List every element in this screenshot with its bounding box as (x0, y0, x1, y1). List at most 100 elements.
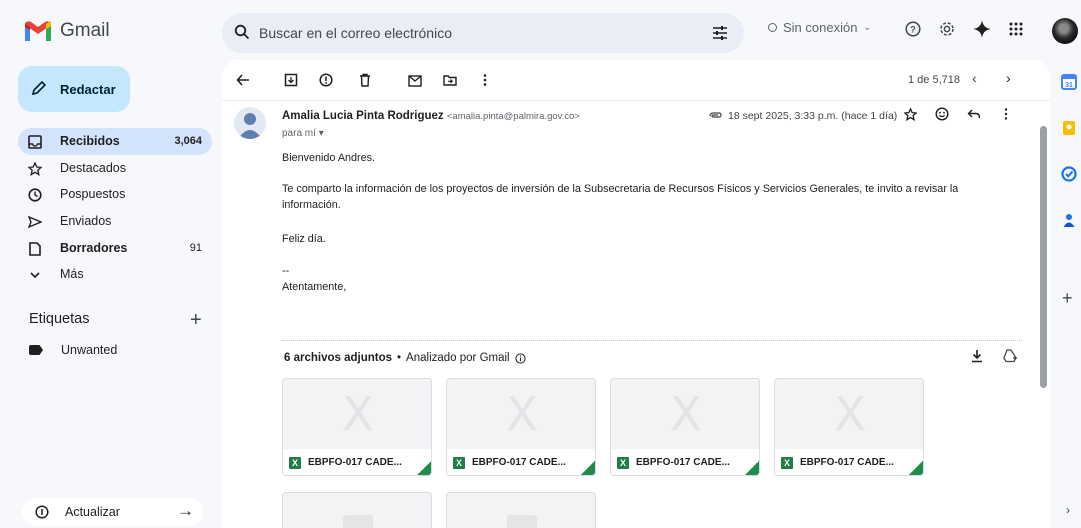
date-label: 18 sept 2025, 3:33 p.m. (hace 1 día) (728, 110, 898, 122)
attachment-footer: X EBPFO-017 CADE... (775, 449, 923, 475)
report-spam-icon[interactable] (319, 73, 333, 87)
email-paragraph: Te comparto la información de los proyec… (282, 183, 959, 211)
prev-page-icon[interactable]: ‹ (972, 70, 977, 86)
attachment-preview: X (283, 379, 431, 449)
svg-text:?: ? (910, 25, 916, 35)
pencil-icon (31, 80, 47, 96)
keep-notes-icon[interactable] (1061, 120, 1077, 136)
attachment-preview: X (611, 379, 759, 449)
excel-file-icon: X (289, 457, 301, 469)
excel-file-icon: X (617, 457, 629, 469)
compose-button[interactable]: Redactar (18, 66, 130, 112)
search-icon[interactable] (234, 24, 250, 40)
attachment-card[interactable]: X X EBPFO-017 CADE... (446, 378, 596, 476)
attachment-name: EBPFO-017 CADE... (800, 457, 894, 468)
chevron-down-icon: ⌄ (863, 22, 871, 32)
sender-name[interactable]: Amalia Lucia Pinta Rodriguez (282, 110, 444, 122)
tasks-icon[interactable] (1061, 166, 1077, 182)
attachment-preview (507, 515, 537, 528)
add-to-drive-icon[interactable] (1002, 349, 1018, 363)
emoji-reaction-icon[interactable] (935, 107, 949, 121)
back-arrow-icon[interactable] (236, 73, 250, 87)
sidebar-item-starred[interactable]: Destacados (18, 155, 212, 182)
sidebar-item-label: Más (60, 267, 84, 282)
fold-corner-icon (415, 459, 431, 475)
sidebar-item-drafts[interactable]: Borradores 91 (18, 235, 212, 262)
star-icon (28, 161, 42, 176)
email-date: 18 sept 2025, 3:33 p.m. (hace 1 día) (708, 110, 897, 122)
fold-corner-icon (743, 459, 759, 475)
refresh-label: Actualizar (65, 505, 120, 519)
email-closing: Feliz día. (282, 233, 326, 245)
search-input[interactable]: Buscar en el correo electrónico (259, 25, 452, 41)
contacts-icon[interactable] (1061, 212, 1077, 228)
excel-file-icon: X (453, 457, 465, 469)
email-signoff: Atentamente, (282, 281, 347, 293)
attachment-preview: X (447, 379, 595, 449)
offline-label: Sin conexión (783, 20, 858, 35)
offline-status[interactable]: Sin conexión ⌄ (768, 20, 871, 35)
add-label-button[interactable]: + (190, 309, 202, 332)
filter-options-icon[interactable] (712, 25, 728, 41)
email-actions (904, 107, 1013, 121)
sidebar-label-unwanted[interactable]: Unwanted (29, 343, 117, 357)
gmail-logo[interactable]: Gmail (24, 20, 110, 42)
person-icon (238, 113, 262, 139)
chevron-right-icon[interactable]: › (1066, 503, 1070, 517)
labels-heading: Etiquetas (29, 311, 90, 327)
account-avatar[interactable] (1052, 18, 1078, 44)
info-icon[interactable] (515, 352, 526, 364)
draft-icon (29, 241, 41, 256)
attachment-footer: X EBPFO-017 CADE... (447, 449, 595, 475)
recipient-label: para mí (282, 128, 316, 139)
mark-unread-icon[interactable] (408, 73, 422, 87)
sidebar-item-snoozed[interactable]: Pospuestos (18, 181, 212, 208)
help-icon[interactable]: ? (905, 21, 921, 37)
star-icon[interactable] (904, 107, 917, 121)
sidebar-item-label: Recibidos (60, 134, 120, 148)
archive-icon[interactable] (284, 73, 298, 87)
fold-corner-icon (579, 459, 595, 475)
more-vert-icon[interactable] (999, 107, 1013, 121)
apps-grid-icon[interactable] (1009, 22, 1023, 36)
attachment-clip-icon (709, 112, 722, 118)
unread-count: 3,064 (174, 135, 202, 147)
sender-avatar[interactable] (234, 107, 266, 139)
sidebar-item-inbox[interactable]: Recibidos 3,064 (18, 128, 212, 155)
attachment-card[interactable] (282, 492, 432, 528)
caret-down-icon: ▾ (318, 128, 324, 139)
attachment-footer: X EBPFO-017 CADE... (611, 449, 759, 475)
drafts-count: 91 (189, 241, 202, 254)
scanned-label: Analizado por Gmail (406, 352, 510, 364)
sidebar-item-more[interactable]: Más (18, 261, 212, 288)
attachment-footer: X EBPFO-017 CADE... (283, 449, 431, 475)
attachment-card[interactable]: X X EBPFO-017 CADE... (774, 378, 924, 476)
reply-icon[interactable] (967, 107, 981, 121)
sidebar-item-sent[interactable]: Enviados (18, 208, 212, 235)
attachment-card[interactable]: X X EBPFO-017 CADE... (610, 378, 760, 476)
gemini-sparkle-icon[interactable] (973, 20, 991, 38)
attachment-card[interactable]: X X EBPFO-017 CADE... (282, 378, 432, 476)
arrow-right-icon[interactable]: → (177, 501, 194, 521)
info-circle-icon (35, 505, 49, 519)
refresh-bar[interactable]: Actualizar → (22, 498, 204, 526)
sidebar-item-label: Enviados (60, 214, 112, 229)
sender-email: <amalia.pinta@palmira.gov.co> (446, 111, 580, 122)
get-addons-icon[interactable]: + (1062, 288, 1073, 309)
delete-icon[interactable] (358, 73, 372, 87)
attachment-preview: X (775, 379, 923, 449)
search-bar[interactable]: Buscar en el correo electrónico (222, 13, 744, 53)
toolbar-divider (222, 100, 1050, 101)
calendar-icon[interactable]: 31 (1061, 74, 1077, 90)
download-all-icon[interactable] (970, 349, 984, 363)
signature-separator: -- (282, 265, 290, 277)
move-to-icon[interactable] (443, 73, 457, 87)
more-vert-icon[interactable] (478, 73, 492, 87)
scrollbar[interactable] (1040, 126, 1047, 388)
attachments-actions (970, 349, 1018, 363)
svg-text:31: 31 (1065, 82, 1073, 89)
recipient-details[interactable]: para mí ▾ (282, 128, 324, 139)
next-page-icon[interactable]: › (1006, 70, 1011, 86)
settings-gear-icon[interactable] (939, 21, 955, 37)
attachment-card[interactable] (446, 492, 596, 528)
